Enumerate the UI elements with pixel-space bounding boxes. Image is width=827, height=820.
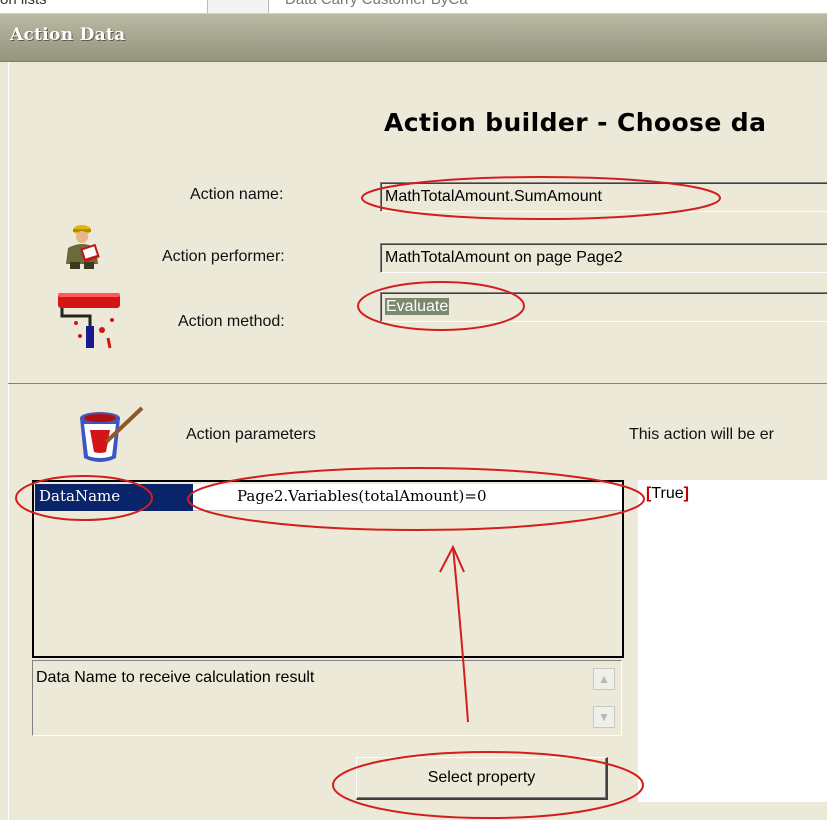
action-name-field[interactable]: MathTotalAmount.SumAmount [380, 182, 827, 212]
action-method-field[interactable]: Evaluate [380, 292, 827, 322]
page-heading: Action builder - Choose da [384, 108, 767, 137]
scroll-down-icon[interactable]: ▼ [593, 706, 615, 728]
action-method-label: Action method: [178, 313, 285, 330]
parameter-description: Data Name to receive calculation result [32, 660, 622, 736]
condition-value: True [651, 485, 684, 502]
paint-bucket-icon [76, 404, 148, 466]
background-window-tab [207, 0, 269, 13]
condition-text: [True] [646, 485, 689, 502]
window-title: Action Data [10, 25, 126, 45]
action-name-label: Action name: [190, 186, 284, 203]
action-info-text: This action will be er [629, 426, 774, 443]
action-parameters-label: Action parameters [186, 426, 316, 443]
parameter-name-cell[interactable]: DataName [35, 484, 193, 511]
background-window-strip: orl lists Data Carry Customer ByCa [0, 0, 827, 14]
parameter-value-cell[interactable]: Page2.Variables(totalAmount)=0 [193, 484, 622, 511]
background-window-text: orl lists [0, 0, 47, 8]
worker-icon [60, 222, 118, 270]
action-method-value: Evaluate [385, 298, 450, 315]
background-window-text-right: Data Carry Customer ByCa [285, 0, 468, 8]
action-performer-field[interactable]: MathTotalAmount on page Page2 [380, 243, 827, 273]
action-performer-label: Action performer: [162, 248, 285, 265]
scroll-up-icon[interactable]: ▲ [593, 668, 615, 690]
condition-panel [638, 480, 827, 802]
paint-roller-icon [56, 290, 126, 358]
select-property-button[interactable]: Select property [356, 757, 608, 800]
